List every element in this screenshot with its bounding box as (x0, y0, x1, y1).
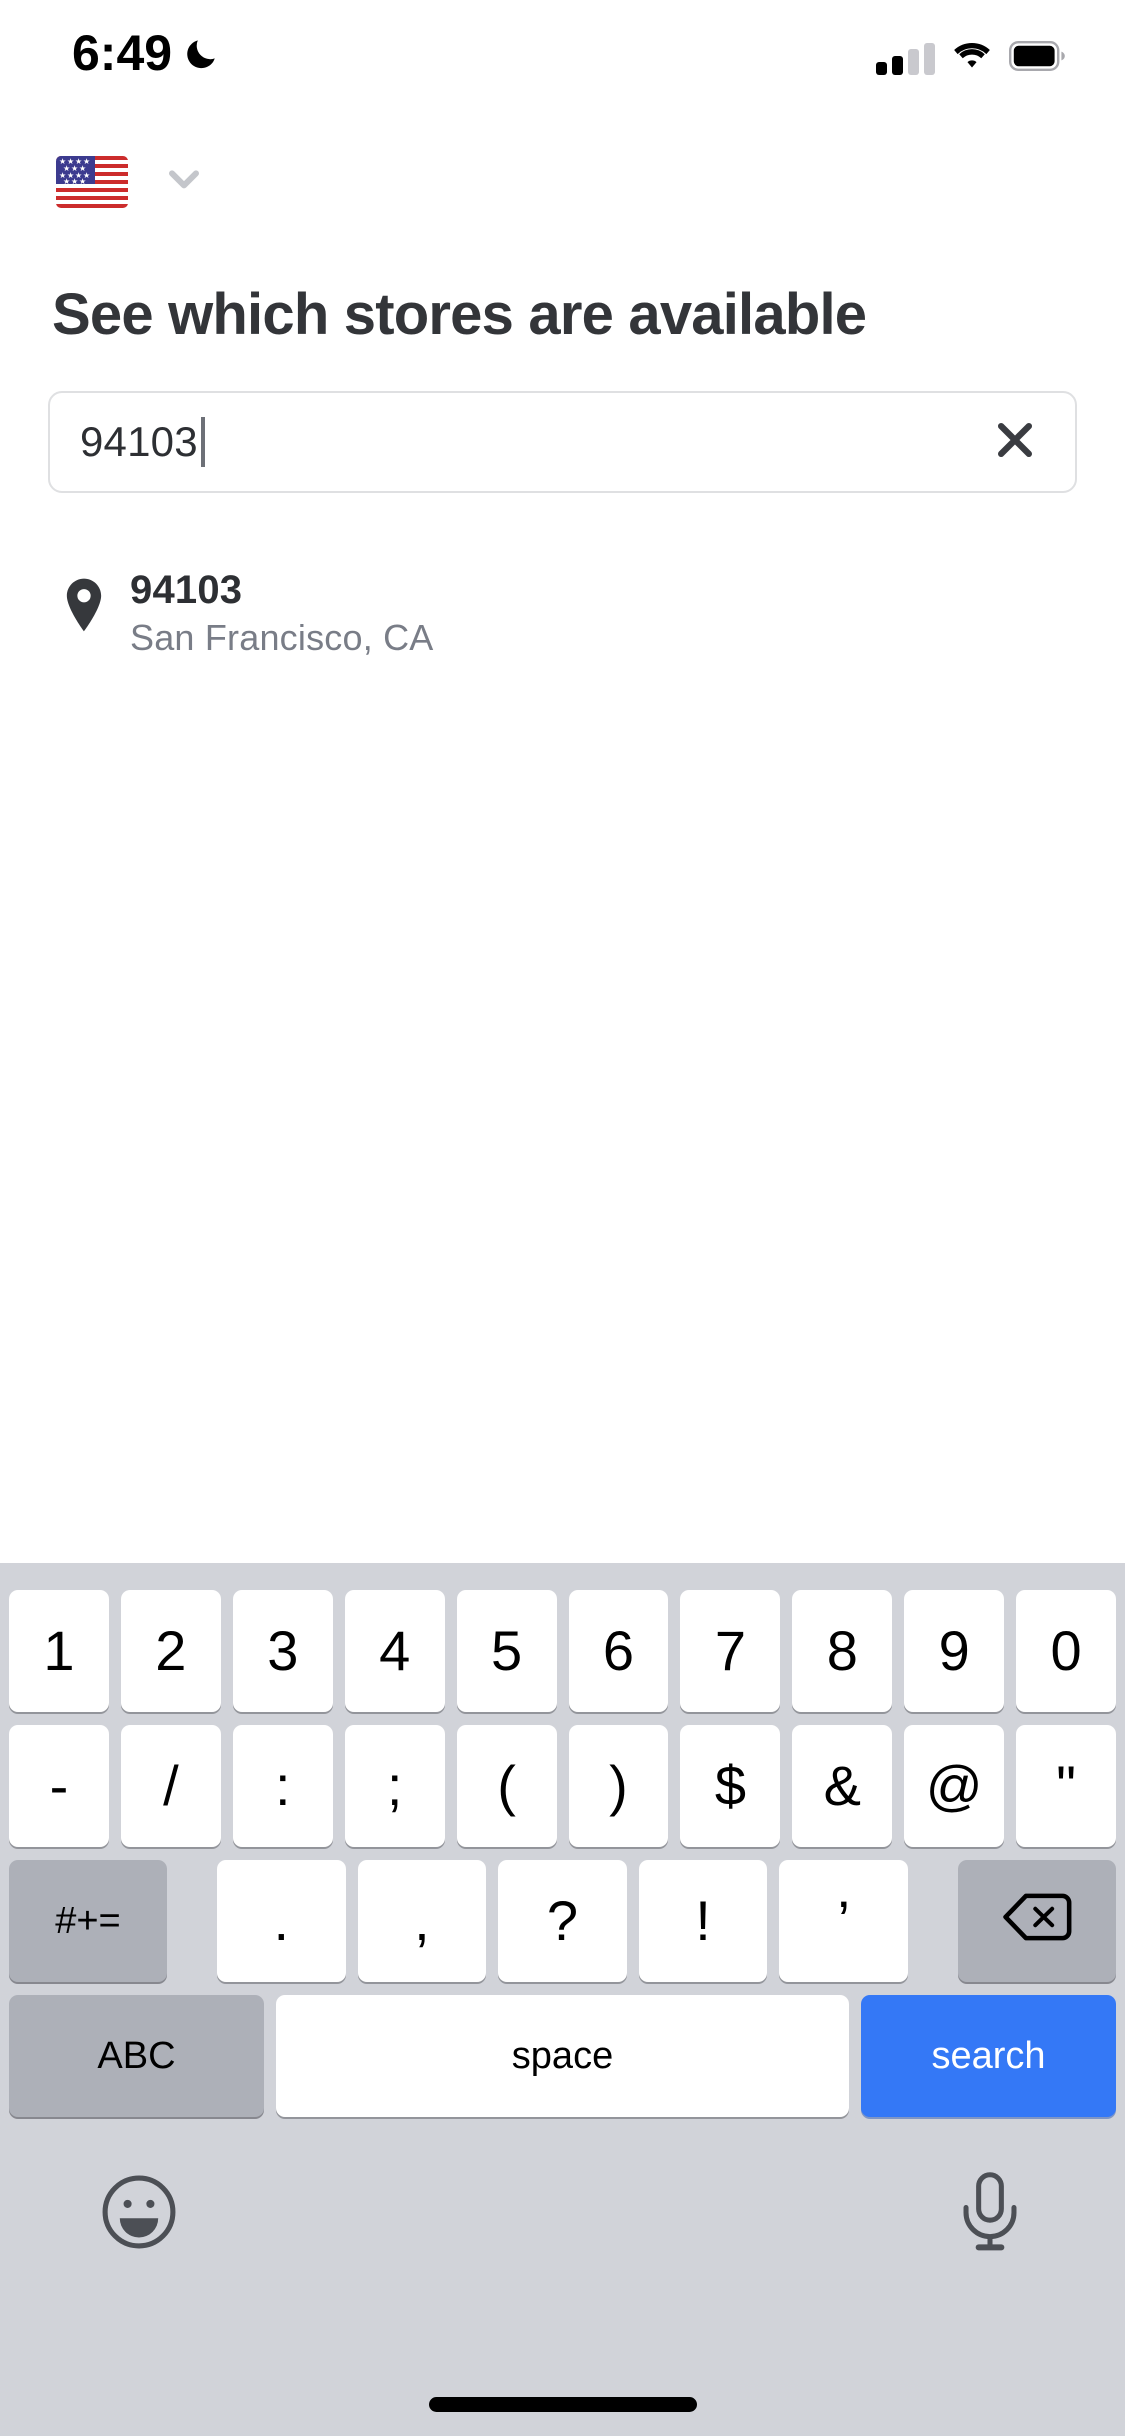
status-time-group: 6:49 (72, 28, 220, 78)
key-6[interactable]: 6 (568, 1590, 669, 1712)
keyboard-row-action: ABC space search (0, 1995, 1125, 2117)
key-question[interactable]: ? (498, 1860, 627, 1982)
close-x-icon (989, 414, 1041, 471)
key-abc-toggle[interactable]: ABC (9, 1995, 264, 2117)
key-paren-close[interactable]: ) (568, 1725, 669, 1847)
result-text-block: 94103 San Francisco, CA (130, 570, 434, 656)
status-bar-clock: 6:49 (72, 25, 173, 81)
backspace-delete-icon (1001, 1889, 1073, 1954)
key-colon[interactable]: : (232, 1725, 333, 1847)
result-subtitle: San Francisco, CA (130, 617, 434, 658)
keyboard-row-numbers: 1 2 3 4 5 6 7 8 9 0 (0, 1590, 1125, 1712)
key-9[interactable]: 9 (904, 1590, 1005, 1712)
signal-bars-icon (876, 42, 935, 75)
locale-selector[interactable]: ★ ★ ★ ★ ★ ★ ★ ★ ★ ★ ★ ★ ★ ★ (56, 155, 208, 208)
moon-crescent-icon (184, 35, 220, 71)
page-title: See which stores are available (52, 282, 867, 347)
key-comma[interactable]: , (357, 1860, 487, 1982)
key-apostrophe[interactable]: ’ (779, 1860, 908, 1982)
key-symbols-toggle[interactable]: #+= (9, 1860, 167, 1982)
search-results-list: 94103 San Francisco, CA (48, 556, 1077, 670)
list-item[interactable]: 94103 San Francisco, CA (48, 556, 1077, 670)
phone-screen: 6:4 9 ★ ★ ★ ★ ★ ★ ★ ★ ★ ★ ★ ★ ★ ★ See whi… (0, 0, 1125, 2436)
key-slash[interactable]: / (120, 1725, 221, 1847)
zip-search-field[interactable]: 94103 (48, 391, 1077, 493)
search-input[interactable]: 94103 (50, 393, 955, 491)
key-semicolon[interactable]: ; (344, 1725, 445, 1847)
key-space[interactable]: space (276, 1995, 849, 2117)
key-backspace[interactable] (957, 1860, 1116, 1982)
key-at[interactable]: @ (904, 1725, 1005, 1847)
key-5[interactable]: 5 (456, 1590, 557, 1712)
keyboard-row-symbols: - / : ; ( ) $ & @ " (0, 1725, 1125, 1847)
keyboard-accessory-row (0, 2129, 1125, 2299)
key-3[interactable]: 3 (232, 1590, 333, 1712)
search-input-value: 94103 (80, 418, 198, 465)
key-search-return[interactable]: search (861, 1995, 1116, 2117)
key-dollar[interactable]: $ (680, 1725, 781, 1847)
key-hyphen[interactable]: - (9, 1725, 109, 1847)
us-flag-icon[interactable]: ★ ★ ★ ★ ★ ★ ★ ★ ★ ★ ★ ★ ★ ★ (56, 155, 128, 208)
microphone-icon[interactable] (955, 2171, 1025, 2258)
chevron-down-icon[interactable] (160, 155, 208, 208)
clear-search-button[interactable] (955, 393, 1075, 491)
status-bar-indicators (876, 40, 1067, 77)
keyboard-row-punctuation: #+= . , ? ! ’ (0, 1860, 1125, 1982)
key-1[interactable]: 1 (9, 1590, 109, 1712)
key-8[interactable]: 8 (792, 1590, 893, 1712)
result-title: 94103 (130, 568, 243, 612)
key-4[interactable]: 4 (344, 1590, 445, 1712)
location-pin-icon (48, 570, 130, 636)
key-quote[interactable]: " (1016, 1725, 1117, 1847)
key-2[interactable]: 2 (120, 1590, 221, 1712)
key-0[interactable]: 0 (1016, 1590, 1117, 1712)
key-exclamation[interactable]: ! (638, 1860, 768, 1982)
text-caret (200, 417, 205, 467)
key-period[interactable]: . (217, 1860, 346, 1982)
home-indicator[interactable] (428, 2397, 697, 2412)
key-paren-open[interactable]: ( (456, 1725, 557, 1847)
emoji-smiley-icon[interactable] (100, 2173, 178, 2256)
status-bar: 6:49 (0, 0, 1125, 132)
wifi-icon (951, 40, 993, 77)
key-7[interactable]: 7 (680, 1590, 781, 1712)
key-ampersand[interactable]: & (792, 1725, 893, 1847)
battery-full-icon (1009, 41, 1067, 76)
onscreen-keyboard: 1 2 3 4 5 6 7 8 9 0 - / : ; ( ) $ & @ " … (0, 1563, 1125, 2436)
